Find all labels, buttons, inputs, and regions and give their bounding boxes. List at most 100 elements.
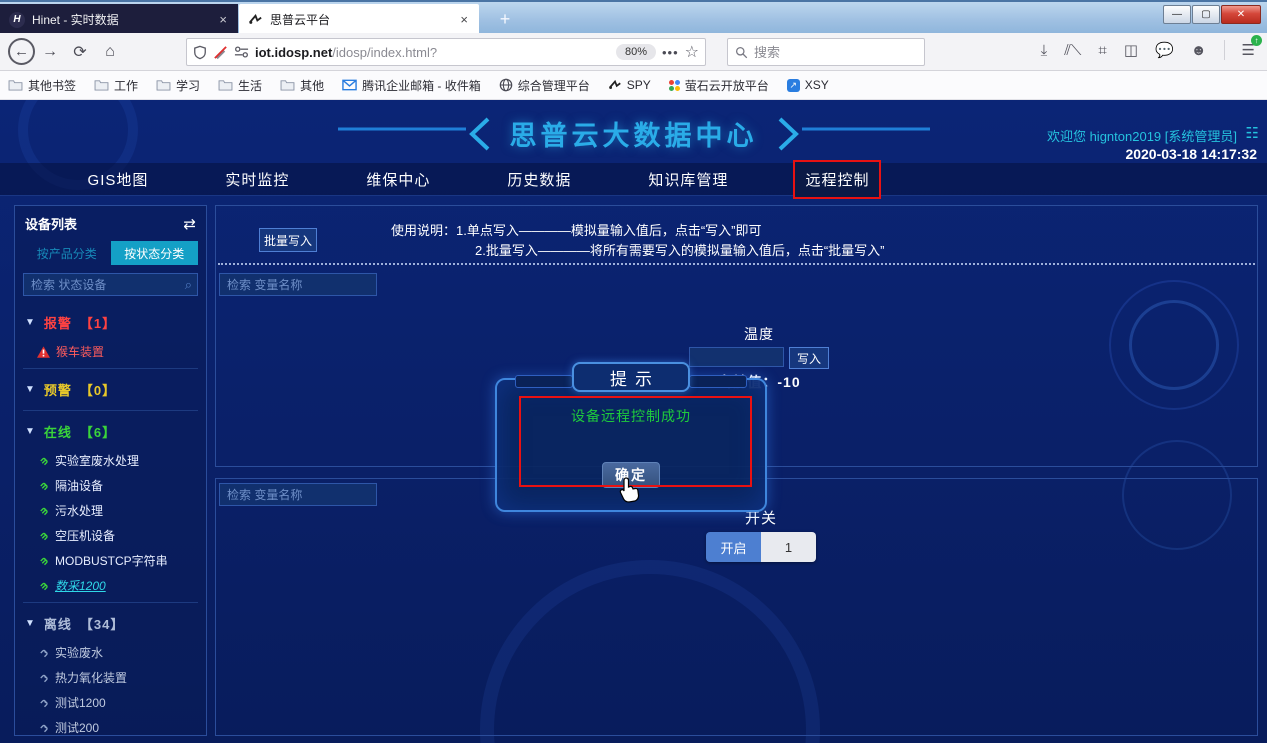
nav-knowledge-base[interactable]: 知识库管理 [638, 162, 738, 197]
device-item[interactable]: 热力氧化装置 [23, 665, 198, 690]
browser-search-bar[interactable] [727, 38, 925, 66]
reload-icon[interactable]: ⟳ [65, 42, 95, 62]
device-name: 猴车装置 [56, 343, 104, 360]
search-icon[interactable]: ⌕ [185, 277, 192, 293]
device-item[interactable]: 猴车装置 [23, 339, 198, 364]
sidebar-toggle-icon[interactable]: ◫ [1124, 41, 1138, 59]
bookmark-folder[interactable]: 工作 [94, 77, 138, 94]
group-alarm[interactable]: ▼ 报警 【1】 [23, 306, 198, 339]
tab-close-icon[interactable]: × [217, 12, 229, 27]
device-item[interactable]: 测试1200 [23, 690, 198, 715]
device-item[interactable]: 实验废水 [23, 640, 198, 665]
shield-icon[interactable] [193, 45, 207, 60]
tab-by-product[interactable]: 按产品分类 [23, 241, 111, 265]
write-button[interactable]: 写入 [789, 347, 829, 369]
device-item[interactable]: 污水处理 [23, 498, 198, 523]
account-icon[interactable]: ☻ [1191, 42, 1207, 59]
close-button[interactable]: ✕ [1221, 5, 1261, 24]
blocked-extension-icon[interactable] [213, 45, 228, 60]
device-name: 污水处理 [55, 502, 103, 519]
menu-hamburger-icon[interactable]: ☰↑ [1242, 41, 1255, 59]
switch-control: 开关 开启 1 [671, 507, 851, 562]
page-actions-icon[interactable]: ••• [662, 45, 679, 60]
divider [23, 368, 198, 369]
device-name: 空压机设备 [55, 527, 115, 544]
nav-history-data[interactable]: 历史数据 [497, 162, 581, 197]
welcome-text[interactable]: 欢迎您 hignton2019 [系统管理员] [1047, 126, 1237, 145]
switch-on-button[interactable]: 开启 [706, 532, 761, 562]
swap-icon[interactable]: ⇄ [183, 215, 196, 233]
tab-hinet[interactable]: H Hinet - 实时数据 × [0, 4, 238, 35]
url-text[interactable]: iot.idosp.net/idosp/index.html? [255, 45, 610, 60]
variable-search-input[interactable] [219, 273, 377, 296]
chevron-down-icon: ▼ [25, 618, 36, 629]
chat-extension-icon[interactable]: 💬 [1155, 41, 1174, 59]
address-bar[interactable]: iot.idosp.net/idosp/index.html? 80% ••• … [186, 38, 706, 66]
chevron-down-icon: ▼ [25, 384, 36, 395]
bookmark-label: 萤石云开放平台 [685, 77, 769, 94]
minimize-button[interactable]: — [1163, 5, 1191, 24]
nav-remote-control[interactable]: 远程控制 [795, 162, 879, 197]
bookmark-label: 腾讯企业邮箱 - 收件箱 [362, 77, 481, 94]
bookmark-mgmt-platform[interactable]: 综合管理平台 [499, 77, 590, 94]
device-item[interactable]: 测试200 [23, 715, 198, 740]
restore-button[interactable]: ▢ [1192, 5, 1220, 24]
web-page: 思普云大数据中心 欢迎您 hignton2019 [系统管理员] ☷ 2020-… [0, 100, 1267, 743]
update-badge: ↑ [1251, 35, 1262, 46]
divider [23, 602, 198, 603]
group-label: 离线 [44, 614, 72, 633]
group-count: 【34】 [80, 614, 124, 633]
device-name: 测试1200 [55, 694, 106, 711]
home-icon[interactable]: ⌂ [95, 43, 125, 61]
tab-strip: H Hinet - 实时数据 × 思普云平台 × + — ▢ ✕ [0, 0, 1267, 33]
tab-sipuyun[interactable]: 思普云平台 × [239, 4, 479, 35]
bookmark-spy[interactable]: SPY [608, 78, 651, 92]
variable-search-input[interactable] [219, 483, 377, 506]
library-icon[interactable]: ⫽⟍ [1064, 42, 1081, 59]
bookmark-folder[interactable]: 其他 [280, 77, 324, 94]
screenshot-icon[interactable]: ⌗ [1098, 42, 1106, 59]
group-offline[interactable]: ▼ 离线 【34】 [23, 607, 198, 640]
device-name: 热力氧化装置 [55, 669, 127, 686]
device-item[interactable]: 实验室废水处理 [23, 448, 198, 473]
link-icon [37, 480, 49, 492]
bookmark-xsy[interactable]: ↗ XSY [787, 78, 829, 92]
group-label: 报警 [44, 313, 72, 332]
zoom-level-badge[interactable]: 80% [616, 44, 656, 60]
bookmark-tencent-mail[interactable]: 腾讯企业邮箱 - 收件箱 [342, 77, 481, 94]
device-search-input[interactable] [23, 273, 198, 296]
back-icon[interactable]: ← [8, 38, 35, 65]
device-item[interactable]: 隔油设备 [23, 473, 198, 498]
downloads-icon[interactable]: ⤓ [1041, 42, 1048, 59]
new-tab-button[interactable]: + [492, 6, 518, 32]
sidebar-title: 设备列表 [25, 214, 77, 233]
nav-realtime-monitor[interactable]: 实时监控 [215, 162, 299, 197]
dialog-deco-left [515, 375, 573, 388]
group-online[interactable]: ▼ 在线 【6】 [23, 415, 198, 448]
bookmark-ezviz[interactable]: 萤石云开放平台 [669, 77, 769, 94]
chevron-down-icon: ▼ [25, 426, 36, 437]
forward-icon[interactable]: → [35, 43, 65, 61]
user-menu-icon[interactable]: ☷ [1246, 124, 1259, 142]
usage-line1: 使用说明：1.单点写入————模拟量输入值后，点击“写入”即可 [391, 221, 885, 241]
main-nav: GIS地图 实时监控 维保中心 历史数据 知识库管理 远程控制 [0, 163, 1267, 196]
permissions-icon[interactable] [234, 46, 249, 58]
device-name: 隔油设备 [55, 477, 103, 494]
batch-write-button[interactable]: 批量写入 [259, 228, 317, 252]
tab-by-status[interactable]: 按状态分类 [111, 241, 199, 265]
bookmark-label: SPY [627, 78, 651, 92]
device-item[interactable]: MODBUSTCP字符串 [23, 548, 198, 573]
switch-toggle[interactable]: 开启 1 [706, 532, 816, 562]
bookmark-folder[interactable]: 学习 [156, 77, 200, 94]
device-item-selected[interactable]: 数采1200 [23, 573, 198, 598]
device-item[interactable]: 空压机设备 [23, 523, 198, 548]
bookmark-folder[interactable]: 其他书签 [8, 77, 76, 94]
browser-search-input[interactable] [754, 45, 894, 60]
nav-gis-map[interactable]: GIS地图 [78, 162, 159, 197]
bookmark-folder[interactable]: 生活 [218, 77, 262, 94]
bookmark-star-icon[interactable]: ☆ [685, 42, 699, 62]
tab-close-icon[interactable]: × [458, 12, 470, 27]
group-warn[interactable]: ▼ 预警 【0】 [23, 373, 198, 406]
nav-maintenance-center[interactable]: 维保中心 [356, 162, 440, 197]
variable-search [219, 483, 377, 506]
